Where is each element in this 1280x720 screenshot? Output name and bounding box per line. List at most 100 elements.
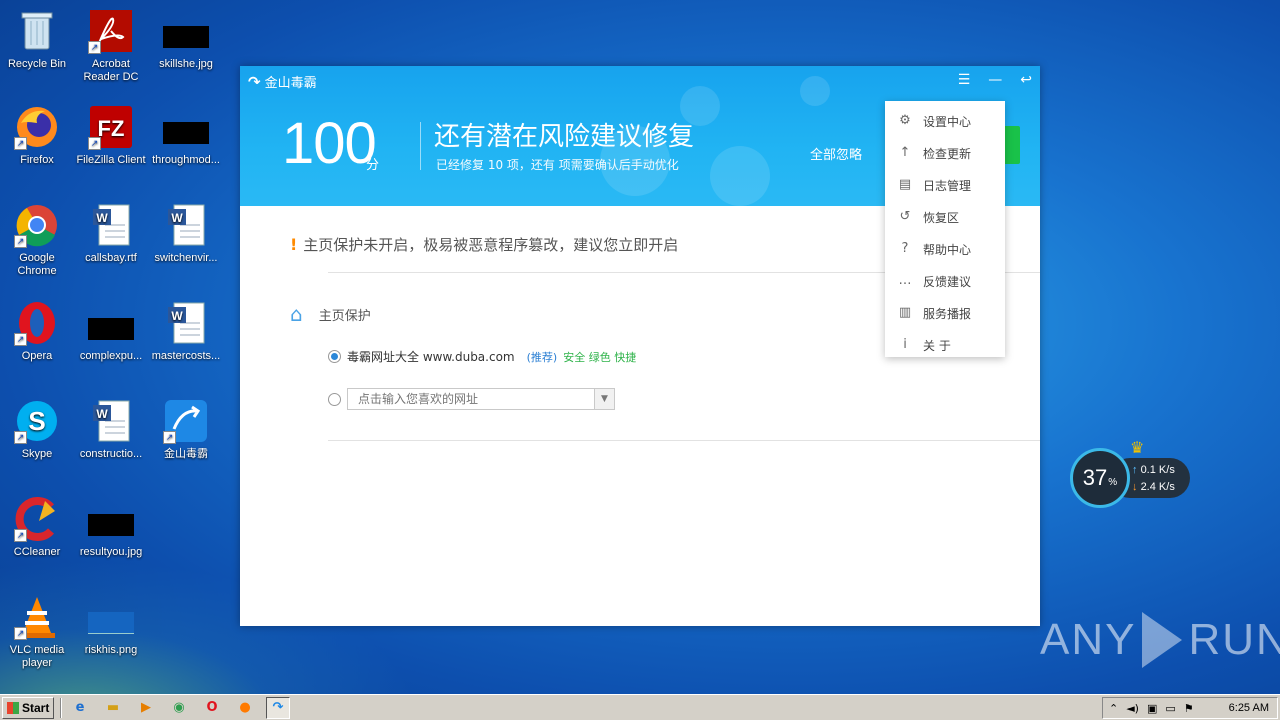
memory-usage-circle: 37% — [1070, 448, 1130, 508]
desktop-icon-opera[interactable]: ↗ Opera — [0, 300, 74, 363]
shortcut-arrow-icon: ↗ — [14, 333, 27, 346]
download-rate: ↓ 2.4 K/s — [1132, 481, 1175, 493]
upload-arrow-icon: ↑ — [899, 145, 911, 160]
upload-value: 0.1 — [1140, 464, 1156, 476]
menu-item-restore-area[interactable]: ↺ 恢复区 — [885, 201, 1005, 233]
desktop-icon-label: constructio... — [79, 448, 143, 460]
rate-unit: K/s — [1158, 481, 1175, 493]
desktop-icon-resultyou[interactable]: resultyou.jpg — [74, 496, 148, 559]
desktop-icon-throughmod[interactable]: throughmod... — [149, 104, 223, 167]
chrome-quicklaunch-icon[interactable]: ◉ — [167, 697, 191, 719]
desktop-icon-complexpu[interactable]: complexpu... — [74, 300, 148, 363]
action-center-flag-icon[interactable]: ⚑ — [1184, 702, 1194, 715]
menu-item-label: 设置中心 — [923, 114, 972, 129]
image-thumbnail-icon — [88, 300, 134, 346]
media-player-quicklaunch-icon[interactable]: ▶ — [134, 697, 158, 719]
homepage-option-duba[interactable]: 毒霸网址大全 www.duba.com (推荐) 安全 绿色 快捷 — [328, 348, 636, 365]
home-icon: ⌂ — [290, 302, 303, 326]
menu-item-check-update[interactable]: ↑ 检查更新 — [885, 137, 1005, 169]
menu-item-label: 帮助中心 — [923, 242, 972, 257]
desktop-icon-label: Skype — [21, 448, 53, 460]
menu-item-settings[interactable]: ⚙ 设置中心 — [885, 105, 1005, 137]
opera-quicklaunch-icon[interactable]: O — [200, 697, 224, 719]
desktop-icon-callsbay[interactable]: W callsbay.rtf — [74, 202, 148, 265]
gear-icon: ⚙ — [899, 113, 911, 128]
upload-rate: ↑ 0.1 K/s — [1132, 464, 1175, 476]
desktop-icon-skype[interactable]: S ↗ Skype — [0, 398, 74, 461]
ie-quicklaunch-icon[interactable]: e — [68, 697, 92, 719]
custom-url-input[interactable] — [348, 389, 594, 409]
custom-url-combobox[interactable]: ▼ — [347, 388, 615, 410]
desktop-icon-label: resultyou.jpg — [79, 546, 143, 558]
chevron-down-icon[interactable]: ▼ — [594, 389, 614, 409]
shortcut-arrow-icon: ↗ — [14, 529, 27, 542]
menu-item-help-center[interactable]: ? 帮助中心 — [885, 233, 1005, 265]
image-thumbnail-icon — [88, 496, 134, 542]
desktop-icon-label: callsbay.rtf — [85, 252, 137, 264]
ignore-all-button[interactable]: 全部忽略 — [810, 144, 862, 163]
menu-item-label: 服务播报 — [923, 306, 972, 321]
download-arrow-icon: ↓ — [1132, 481, 1138, 493]
desktop-icon-acrobat[interactable]: ↗ Acrobat Reader DC — [74, 8, 148, 84]
monitor-icon[interactable]: ▭ — [1165, 702, 1175, 715]
desktop-icon-label: FileZilla Client — [76, 154, 146, 166]
log-icon: ▤ — [898, 177, 912, 192]
minimize-button[interactable]: — — [988, 72, 1002, 88]
radio-duba-selected[interactable] — [328, 350, 341, 363]
menu-item-feedback[interactable]: … 反馈建议 — [885, 265, 1005, 297]
menu-item-service-report[interactable]: ▥ 服务播报 — [885, 297, 1005, 329]
radio-custom[interactable] — [328, 392, 341, 406]
desktop-icon-duba[interactable]: ↗ 金山毒霸 — [149, 398, 223, 461]
volume-icon[interactable]: ◄) — [1126, 702, 1139, 715]
desktop-icon-switchenvir[interactable]: W switchenvir... — [149, 202, 223, 265]
features-tag: 安全 绿色 快捷 — [563, 350, 637, 364]
desktop-icon-riskhis[interactable]: riskhis.png — [74, 594, 148, 657]
clock[interactable]: 6:25 AM — [1229, 702, 1269, 714]
windows-flag-icon — [7, 701, 19, 714]
explorer-quicklaunch-icon[interactable]: ▬ — [101, 697, 125, 719]
desktop-icon-vlc[interactable]: ↗ VLC media player — [0, 594, 74, 670]
duba-app-icon: ↗ — [163, 398, 209, 444]
home-protect-row: ⌂ 主页保护 — [290, 302, 371, 326]
start-button[interactable]: Start — [2, 696, 54, 719]
download-value: 2.4 — [1140, 481, 1156, 493]
desktop-icon-mastercosts[interactable]: W mastercosts... — [149, 300, 223, 363]
app-name: 金山毒霸 — [264, 76, 317, 91]
duba-taskbar-icon[interactable]: ↷ — [266, 696, 290, 719]
firefox-taskbar-icon[interactable]: ● — [233, 697, 257, 719]
shortcut-arrow-icon: ↗ — [88, 41, 101, 54]
desktop-icon-filezilla[interactable]: FZ ↗ FileZilla Client — [74, 104, 148, 167]
shortcut-arrow-icon: ↗ — [14, 137, 27, 150]
recycle-bin-icon — [14, 8, 60, 54]
shortcut-arrow-icon: ↗ — [14, 627, 27, 640]
desktop-icon-constructio[interactable]: W constructio... — [74, 398, 148, 461]
taskbar: Start e ▬ ▶ ◉ O ● ↷ ⌃ ◄) ▣ ▭ ⚑ 6:25 AM — [0, 694, 1280, 720]
decor-bubble — [800, 76, 830, 106]
desktop-icon-skillshe[interactable]: skillshe.jpg — [149, 8, 223, 71]
network-icon[interactable]: ▣ — [1147, 702, 1157, 715]
tray-expand-icon[interactable]: ⌃ — [1109, 702, 1118, 715]
security-score: 100 — [282, 111, 377, 176]
back-button[interactable]: ↩ — [1020, 72, 1032, 88]
menu-item-label: 反馈建议 — [923, 274, 972, 289]
system-tray: ⌃ ◄) ▣ ▭ ⚑ 6:25 AM — [1102, 697, 1278, 719]
chrome-icon: ↗ — [14, 202, 60, 248]
option-duba-text: 毒霸网址大全 www.duba.com — [347, 350, 515, 364]
desktop-icon-label: Recycle Bin — [7, 58, 67, 70]
speed-widget[interactable]: ♛ 37% ↑ 0.1 K/s ↓ 2.4 K/s — [1070, 438, 1190, 508]
desktop-icon-recycle-bin[interactable]: Recycle Bin — [0, 8, 74, 71]
taskbar-separator — [60, 697, 62, 718]
desktop-icon-ccleaner[interactable]: ↗ CCleaner — [0, 496, 74, 559]
menu-item-log-management[interactable]: ▤ 日志管理 — [885, 169, 1005, 201]
play-triangle-icon — [1142, 612, 1183, 668]
vlc-cone-icon: ↗ — [14, 594, 60, 640]
svg-text:W: W — [171, 309, 183, 323]
desktop-icon-firefox[interactable]: ↗ Firefox — [0, 104, 74, 167]
chat-bubble-icon: … — [898, 273, 912, 288]
desktop-icon-label: skillshe.jpg — [159, 58, 213, 70]
menu-item-about[interactable]: i 关 于 — [885, 329, 1005, 361]
main-menu-button[interactable]: ☰ — [958, 72, 971, 88]
desktop-icon-chrome[interactable]: ↗ Google Chrome — [0, 202, 74, 278]
restore-icon: ↺ — [899, 209, 911, 224]
homepage-option-custom: ▼ — [328, 388, 615, 410]
